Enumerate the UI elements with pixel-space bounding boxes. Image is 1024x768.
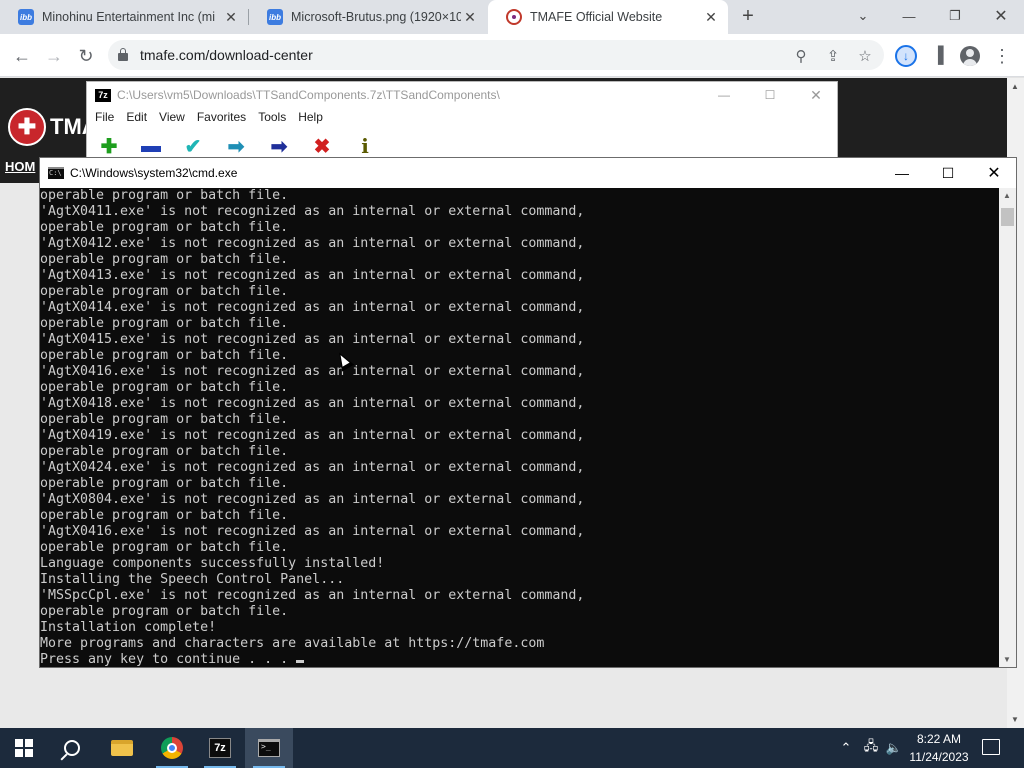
menu-tools[interactable]: Tools: [258, 110, 286, 128]
sevenzip-icon: 7z: [209, 738, 231, 758]
close-tab-icon[interactable]: ✕: [461, 9, 479, 26]
tab-title: TMAFE Official Website: [530, 10, 663, 24]
add-icon[interactable]: ✚: [95, 132, 123, 160]
menu-file[interactable]: File: [95, 110, 114, 128]
system-clock[interactable]: 8:22 AM 11/24/2023: [904, 730, 974, 766]
scroll-down-icon[interactable]: ▼: [1011, 715, 1019, 724]
windows-logo-icon: [15, 739, 33, 757]
tab-title: Minohinu Entertainment Inc (mi: [42, 10, 215, 24]
maximize-button[interactable]: ☐: [925, 158, 971, 188]
download-icon[interactable]: ↓: [894, 44, 918, 68]
minimize-button[interactable]: —: [886, 0, 932, 32]
cmd-app-icon: C:\: [48, 167, 64, 179]
file-explorer-button[interactable]: [98, 728, 146, 768]
menu-favorites[interactable]: Favorites: [197, 110, 246, 128]
tab-search-chevron-icon[interactable]: ⌄: [840, 0, 886, 32]
show-hidden-icons-chevron-icon[interactable]: ⌃: [836, 728, 856, 768]
ibb-icon: ibb: [18, 9, 34, 25]
close-window-button[interactable]: ✕: [971, 158, 1017, 188]
back-arrow-icon[interactable]: ←: [8, 42, 36, 70]
cmd-window: C:\ C:\Windows\system32\cmd.exe — ☐ ✕ op…: [39, 157, 1017, 668]
new-tab-button[interactable]: +: [738, 4, 758, 28]
sevenzip-window: 7z C:\Users\vm5\Downloads\TTSandComponen…: [86, 81, 838, 161]
browser-toolbar: ← → ↻ tmafe.com/download-center ⚲ ⇪ ☆ ↓ …: [0, 34, 1024, 77]
search-button[interactable]: [48, 728, 96, 768]
share-icon[interactable]: ⇪: [824, 47, 842, 65]
console-text: operable program or batch file. 'AgtX041…: [40, 188, 585, 667]
cmd-title-bar[interactable]: C:\ C:\Windows\system32\cmd.exe — ☐ ✕: [40, 158, 1016, 188]
chrome-icon: [161, 737, 183, 759]
sevenzip-title: C:\Users\vm5\Downloads\TTSandComponents.…: [117, 88, 500, 102]
forward-arrow-icon[interactable]: →: [40, 42, 68, 70]
lock-icon[interactable]: [118, 48, 128, 61]
bookmark-star-icon[interactable]: ☆: [856, 47, 874, 65]
tab-minohinu[interactable]: ibb Minohinu Entertainment Inc (mi ✕: [0, 0, 248, 34]
restore-button[interactable]: ❐: [932, 0, 978, 32]
move-arrow-icon[interactable]: ➡: [265, 132, 293, 160]
search-icon: [64, 740, 80, 756]
network-icon[interactable]: 🖧: [860, 728, 882, 768]
folder-icon: [111, 740, 133, 756]
close-tab-icon[interactable]: ✕: [222, 9, 240, 26]
clock-date: 11/24/2023: [909, 750, 969, 764]
cmd-taskbar-button[interactable]: >_: [245, 728, 293, 768]
tab-tmafe-website[interactable]: TMAFE Official Website ✕: [488, 0, 728, 34]
volume-icon[interactable]: 🔈: [884, 728, 904, 768]
ibb-icon: ibb: [267, 9, 283, 25]
test-check-icon[interactable]: ✔: [179, 132, 207, 160]
clock-time: 8:22 AM: [916, 732, 962, 746]
taskbar: 7z >_ ⌃ 🖧 🔈 8:22 AM 11/24/2023: [0, 728, 1024, 768]
maximize-button[interactable]: ☐: [747, 82, 793, 108]
sevenzip-title-bar[interactable]: 7z C:\Users\vm5\Downloads\TTSandComponen…: [87, 82, 837, 108]
console-output[interactable]: operable program or batch file. 'AgtX041…: [40, 188, 999, 667]
menu-help[interactable]: Help: [298, 110, 323, 128]
start-button[interactable]: [0, 728, 48, 768]
cmd-icon: >_: [258, 739, 280, 757]
menu-edit[interactable]: Edit: [126, 110, 147, 128]
scroll-thumb[interactable]: [1001, 208, 1014, 226]
cmd-title: C:\Windows\system32\cmd.exe: [70, 166, 238, 180]
close-window-button[interactable]: ✕: [978, 0, 1024, 32]
minimize-button[interactable]: —: [701, 82, 747, 108]
text-cursor: [296, 660, 305, 663]
close-tab-icon[interactable]: ✕: [702, 9, 720, 26]
chrome-button[interactable]: [148, 728, 196, 768]
info-icon[interactable]: i: [351, 132, 379, 160]
reload-icon[interactable]: ↻: [72, 42, 100, 70]
search-icon[interactable]: ⚲: [792, 47, 810, 65]
notification-center-icon[interactable]: [982, 739, 1000, 755]
sevenzip-app-icon: 7z: [95, 88, 111, 102]
copy-arrow-icon[interactable]: ➡: [222, 132, 250, 160]
nav-link-home[interactable]: HOM: [5, 159, 35, 174]
address-bar[interactable]: tmafe.com/download-center ⚲ ⇪ ☆: [108, 40, 884, 70]
menu-kebab-icon[interactable]: ⋮: [990, 44, 1014, 68]
tmafe-logo-icon: [506, 9, 522, 25]
sevenzip-menu-bar: File Edit View Favorites Tools Help: [87, 110, 327, 128]
profile-avatar-icon[interactable]: [958, 44, 982, 68]
scroll-down-icon[interactable]: ▼: [1003, 655, 1011, 664]
close-window-button[interactable]: ✕: [793, 82, 839, 108]
sevenzip-taskbar-button[interactable]: 7z: [196, 728, 244, 768]
browser-tab-bar: ibb Minohinu Entertainment Inc (mi ✕ ibb…: [0, 0, 1024, 34]
delete-icon[interactable]: ✖: [308, 132, 336, 160]
address-text[interactable]: tmafe.com/download-center: [140, 47, 313, 63]
menu-view[interactable]: View: [159, 110, 185, 128]
tab-title: Microsoft-Brutus.png (1920×108: [291, 10, 461, 24]
minimize-button[interactable]: —: [879, 158, 925, 188]
extract-icon[interactable]: ▬: [137, 132, 165, 160]
side-panel-icon[interactable]: ▐: [926, 44, 950, 68]
scroll-up-icon[interactable]: ▲: [1011, 82, 1019, 91]
tab-microsoft-brutus[interactable]: ibb Microsoft-Brutus.png (1920×108 ✕: [249, 0, 487, 34]
scroll-up-icon[interactable]: ▲: [1003, 191, 1011, 200]
cmd-scrollbar[interactable]: ▲ ▼: [999, 188, 1016, 667]
tmafe-logo[interactable]: ✚: [8, 108, 46, 146]
